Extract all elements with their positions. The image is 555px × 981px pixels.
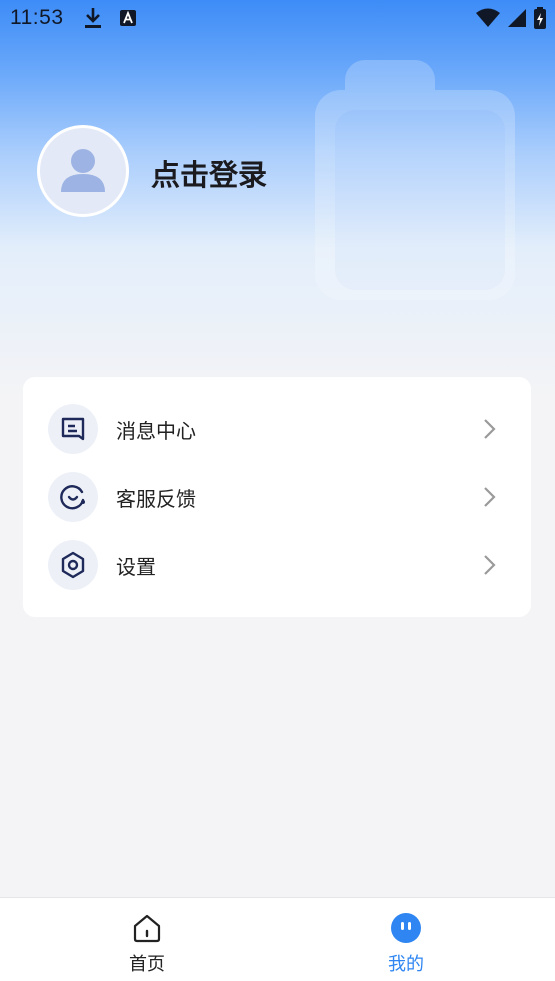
login-button[interactable]: 点击登录 bbox=[151, 152, 267, 194]
tab-label: 我的 bbox=[388, 954, 424, 975]
tab-label: 首页 bbox=[129, 954, 165, 975]
mine-icon bbox=[391, 913, 421, 943]
menu-item-customer-feedback[interactable]: 客服反馈 bbox=[23, 465, 531, 529]
signal-icon bbox=[508, 9, 526, 27]
menu-card: 消息中心 客服反馈 设置 bbox=[23, 377, 531, 617]
status-time: 11:53 bbox=[10, 6, 64, 29]
settings-icon bbox=[61, 551, 85, 579]
customer-service-icon bbox=[60, 485, 85, 510]
user-avatar-icon bbox=[61, 149, 105, 192]
menu-item-message-center[interactable]: 消息中心 bbox=[23, 397, 531, 461]
download-icon bbox=[85, 8, 101, 28]
battery-icon bbox=[534, 7, 546, 29]
menu-item-settings[interactable]: 设置 bbox=[23, 533, 531, 597]
a11y-app-icon bbox=[120, 10, 136, 26]
tab-mine[interactable]: 我的 bbox=[336, 898, 476, 981]
chevron-right-icon bbox=[484, 487, 496, 507]
menu-item-label: 客服反馈 bbox=[116, 487, 196, 511]
chevron-right-icon bbox=[484, 419, 496, 439]
decorative-bag-icon bbox=[315, 60, 515, 300]
wifi-icon bbox=[476, 8, 500, 27]
chevron-right-icon bbox=[484, 555, 496, 575]
menu-item-label: 设置 bbox=[116, 555, 156, 579]
home-icon bbox=[133, 914, 161, 943]
bottom-tab-bar: 首页 我的 bbox=[0, 897, 555, 981]
message-icon bbox=[61, 417, 85, 441]
status-bar: 11:53 bbox=[0, 0, 555, 36]
tab-home[interactable]: 首页 bbox=[77, 898, 217, 981]
menu-item-label: 消息中心 bbox=[116, 419, 196, 443]
avatar[interactable] bbox=[37, 125, 129, 217]
